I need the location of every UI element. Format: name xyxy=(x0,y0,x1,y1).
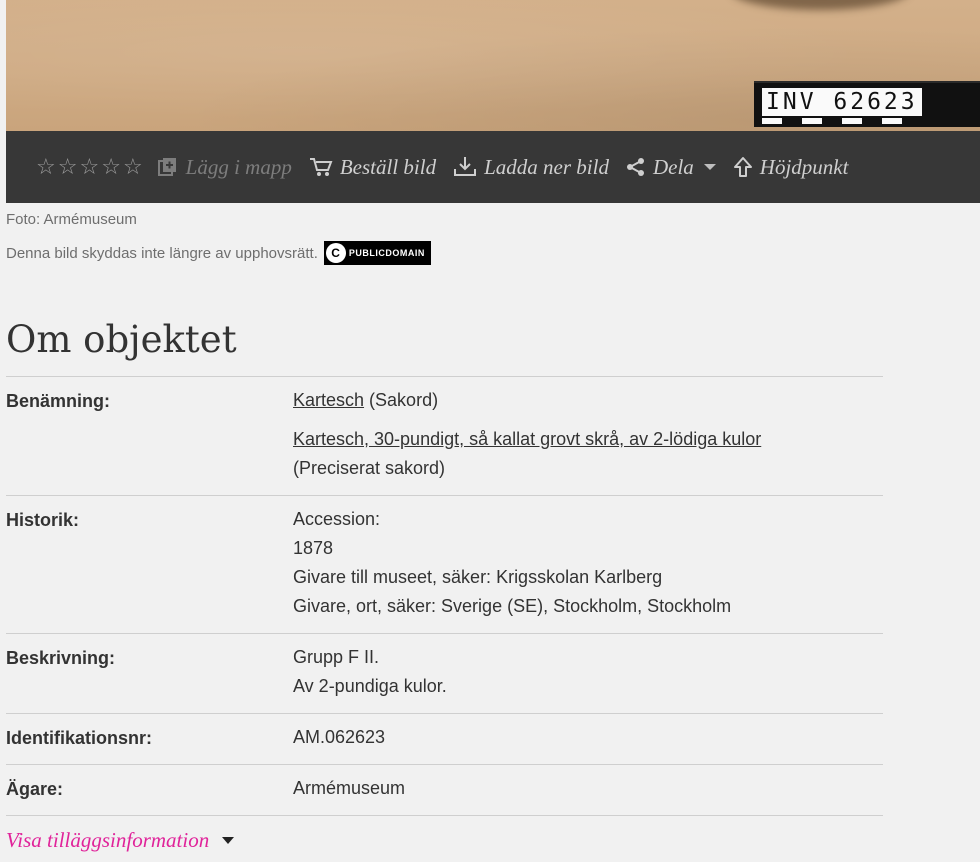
rating-star-4[interactable]: ☆ xyxy=(101,156,121,178)
copyright-text: Denna bild skyddas inte längre av upphov… xyxy=(6,244,318,262)
preciserat-suffix: (Preciserat sakord) xyxy=(293,458,446,478)
order-image-label: Beställ bild xyxy=(339,154,437,179)
public-domain-text: PUBLICDOMAIN xyxy=(348,248,425,258)
download-icon xyxy=(453,156,477,178)
beskrivning-line: Grupp F II. xyxy=(293,647,380,667)
info-value: Armémuseum xyxy=(293,778,406,798)
photo-credit: Foto: Armémuseum xyxy=(6,211,137,228)
info-value: Grupp F II. Av 2-pundiga kulor. xyxy=(293,643,883,701)
rating-star-2[interactable]: ☆ xyxy=(58,156,78,178)
scale-bar xyxy=(762,118,922,124)
folder-add-icon xyxy=(157,156,179,178)
info-row-identifikationsnr: Identifikationsnr: AM.062623 xyxy=(6,714,883,765)
info-row-historik: Historik: Accession: 1878 Givare till mu… xyxy=(6,496,883,634)
sakord-suffix: (Sakord) xyxy=(364,390,439,410)
info-row-benamning: Benämning: Kartesch (Sakord) Kartesch, 3… xyxy=(6,377,883,496)
show-more-info-link[interactable]: Visa tilläggsinformation xyxy=(6,828,235,853)
rating-star-5[interactable]: ☆ xyxy=(123,156,143,178)
show-more-label: Visa tilläggsinformation xyxy=(6,828,210,852)
sakord-link[interactable]: Kartesch xyxy=(293,390,364,410)
caret-down-icon xyxy=(222,837,235,844)
cart-icon xyxy=(309,156,333,178)
image-toolbar: ☆ ☆ ☆ ☆ ☆ Lägg i mapp Beställ bild Ladda… xyxy=(6,131,980,203)
public-domain-badge[interactable]: C PUBLICDOMAIN xyxy=(323,241,431,265)
share-icon xyxy=(626,157,646,177)
object-photo: INV 62623 xyxy=(6,0,980,131)
chevron-down-icon xyxy=(703,164,716,170)
rating-star-1[interactable]: ☆ xyxy=(36,156,56,178)
historik-line: 1878 xyxy=(293,538,334,558)
info-label: Benämning: xyxy=(6,391,111,411)
benamning-line-1: Kartesch (Sakord) xyxy=(293,386,883,415)
info-label: Identifikationsnr: xyxy=(6,728,153,748)
share-label: Dela xyxy=(652,154,694,179)
historik-line: Givare, ort, säker: Sverige (SE), Stockh… xyxy=(293,596,732,616)
info-row-agare: Ägare: Armémuseum xyxy=(6,765,883,816)
share-button[interactable]: Dela xyxy=(626,155,716,180)
historik-line: Givare till museet, säker: Krigsskolan K… xyxy=(293,567,663,587)
rating-star-3[interactable]: ☆ xyxy=(79,156,99,178)
arrow-up-icon xyxy=(733,156,753,178)
highlight-button[interactable]: Höjdpunkt xyxy=(733,154,849,180)
benamning-line-2: Kartesch, 30-pundigt, så kallat grovt sk… xyxy=(293,425,883,454)
highlight-label: Höjdpunkt xyxy=(759,154,849,179)
info-label: Historik: xyxy=(6,510,80,530)
public-domain-icon: C xyxy=(325,243,346,263)
copyright-notice: Denna bild skyddas inte längre av upphov… xyxy=(6,241,431,265)
info-label: Beskrivning: xyxy=(6,648,116,668)
download-image-label: Ladda ner bild xyxy=(484,154,609,179)
info-label: Ägare: xyxy=(6,779,64,799)
download-image-button[interactable]: Ladda ner bild xyxy=(453,155,609,180)
beskrivning-line: Av 2-pundiga kulor. xyxy=(293,676,447,696)
info-value: AM.062623 xyxy=(293,727,386,747)
order-image-button[interactable]: Beställ bild xyxy=(309,155,436,180)
info-row-beskrivning: Beskrivning: Grupp F II. Av 2-pundiga ku… xyxy=(6,634,883,714)
preciserat-sakord-link[interactable]: Kartesch, 30-pundigt, så kallat grovt sk… xyxy=(293,429,761,449)
add-to-folder-button[interactable]: Lägg i mapp xyxy=(157,155,292,180)
inventory-tag: INV 62623 xyxy=(754,81,980,127)
inventory-label: INV 62623 xyxy=(762,88,922,116)
rating-stars: ☆ ☆ ☆ ☆ ☆ xyxy=(36,156,143,178)
object-info-table: Benämning: Kartesch (Sakord) Kartesch, 3… xyxy=(6,376,883,816)
info-value: Accession: 1878 Givare till museet, säke… xyxy=(293,505,883,621)
section-title: Om objektet xyxy=(6,318,237,361)
info-value: Kartesch (Sakord) Kartesch, 30-pundigt, … xyxy=(293,386,883,483)
historik-line: Accession: xyxy=(293,509,381,529)
add-to-folder-label: Lägg i mapp xyxy=(185,154,292,179)
